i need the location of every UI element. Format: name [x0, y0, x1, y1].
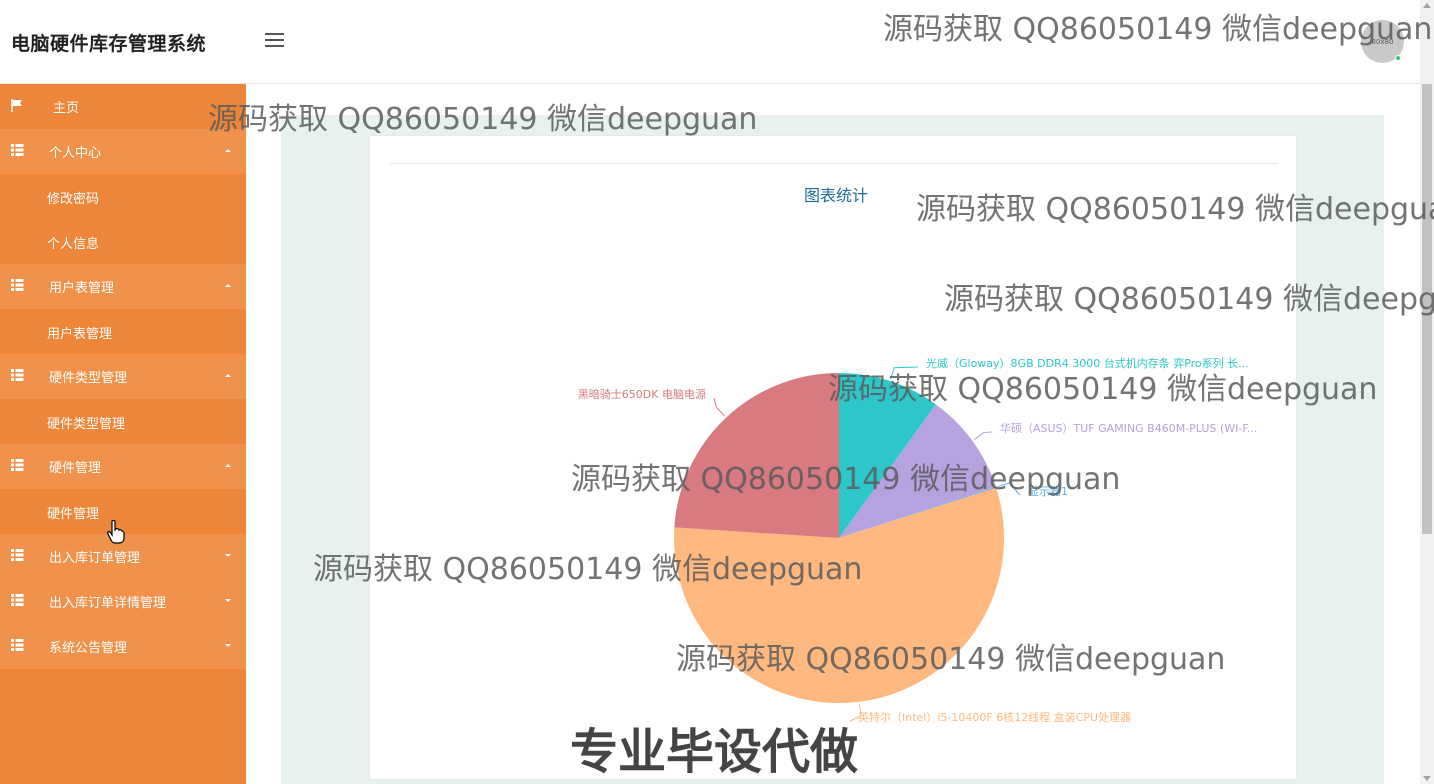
- pie-label-line: [890, 366, 919, 380]
- pie-slice-label: 英特尔（Intel）i5-10400F 6核12线程 盒装CPU处理器: [858, 710, 1131, 724]
- page-scrollbar[interactable]: [1420, 0, 1434, 784]
- pie-slice-label: 显示器1: [1028, 485, 1068, 498]
- pie-label-line: [997, 482, 1021, 496]
- pie-slice-label: 光威（Gloway）8GB DDR4 3000 台式机内存条 弈Pro系列 长.…: [926, 356, 1249, 370]
- scroll-thumb[interactable]: [1422, 84, 1432, 534]
- scroll-up-icon[interactable]: [1423, 3, 1431, 8]
- pie-label-line: [713, 397, 726, 417]
- pie-slice-label: 华硕（ASUS）TUF GAMING B460M-PLUS (WI-F...: [1000, 421, 1257, 435]
- pie-label-line: [973, 431, 993, 441]
- scroll-down-icon[interactable]: [1423, 776, 1431, 781]
- pie-slice-label: 黑暗骑士650DK 电脑电源: [578, 387, 706, 401]
- watermark-banner: 专业毕设代做: [570, 724, 859, 780]
- hand-cursor-icon: [107, 520, 125, 544]
- pie-chart: 光威（Gloway）8GB DDR4 3000 台式机内存条 弈Pro系列 长.…: [578, 356, 1258, 724]
